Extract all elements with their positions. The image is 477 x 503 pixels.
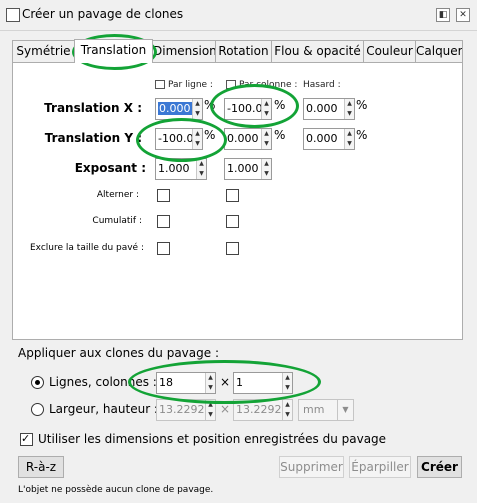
annotation-ring-ty-row (136, 118, 227, 162)
label-exclure: Exclure la taille du pavé : (30, 243, 144, 253)
tab-rotation[interactable]: Rotation (215, 40, 272, 62)
reset-button[interactable]: R-à-z (18, 456, 64, 478)
ty-per-col-spinner[interactable]: 0.000 ▲ ▼ (224, 128, 272, 150)
tab-flou-opacite[interactable]: Flou & opacité (271, 40, 364, 62)
alternate-col-checkbox[interactable] (226, 189, 239, 202)
chevron-down-icon: ▼ (337, 400, 353, 420)
check-icon: ✓ (21, 432, 31, 445)
app-icon (6, 8, 20, 22)
ty-col-unit: % (274, 128, 286, 142)
header-per-row: Par ligne : (155, 80, 213, 90)
tab-translation[interactable]: Translation (74, 39, 153, 63)
close-icon[interactable]: ✕ (456, 8, 470, 22)
create-button[interactable]: Créer (417, 456, 462, 478)
cumulative-row-checkbox[interactable] (157, 215, 170, 228)
ty-rand-unit: % (356, 128, 368, 142)
tab-symetrie[interactable]: Symétrie (12, 40, 75, 62)
times-sign-2: × (220, 402, 231, 416)
exclude-row-checkbox[interactable] (157, 242, 170, 255)
tab-dimensions[interactable]: Dimensions (152, 40, 216, 62)
tx-per-row-spinner[interactable]: 0.000 ▲ ▼ (155, 98, 203, 120)
alternate-row-checkbox[interactable] (157, 189, 170, 202)
exclude-col-checkbox[interactable] (226, 242, 239, 255)
detach-icon[interactable]: ◧ (436, 8, 450, 22)
tab-bar: Symétrie Translation Dimensions Rotation… (12, 39, 463, 63)
rows-cols-radio[interactable] (31, 376, 44, 389)
unit-value: mm (303, 403, 325, 416)
tx-rand-unit: % (356, 98, 368, 112)
width-height-radio[interactable] (31, 403, 44, 416)
tx-random-spinner[interactable]: 0.000 ▲ ▼ (303, 98, 355, 120)
tab-couleur[interactable]: Couleur (363, 40, 416, 62)
title-bar: Créer un pavage de clones ◧ ✕ (0, 0, 477, 31)
cumulative-col-checkbox[interactable] (226, 215, 239, 228)
use-saved-checkbox[interactable]: ✓ (20, 432, 33, 446)
tab-calquer[interactable]: Calquer (415, 40, 463, 62)
remove-button[interactable]: Supprimer (279, 456, 344, 478)
rows-icon (155, 80, 165, 89)
label-translation-x: Translation X : (44, 101, 142, 115)
header-random: Hasard : (303, 80, 341, 90)
label-translation-y: Translation Y : (44, 131, 142, 145)
status-text: L'objet ne possède aucun clone de pavage… (18, 485, 214, 495)
ty-random-spinner[interactable]: 0.000 ▲ ▼ (303, 128, 355, 150)
exp-per-col-spinner[interactable]: 1.000 ▲ ▼ (224, 158, 272, 180)
label-alterner: Alterner : (96, 190, 139, 200)
annotation-ring-rows-cols (128, 360, 321, 404)
label-exposant: Exposant : (74, 161, 146, 175)
unclump-button[interactable]: Éparpiller (349, 456, 411, 478)
use-saved-label: Utiliser les dimensions et position enre… (38, 432, 387, 446)
annotation-ring-tx-col (210, 84, 299, 128)
unit-select[interactable]: mm ▼ (298, 399, 354, 421)
apply-section-title: Appliquer aux clones du pavage : (18, 346, 219, 360)
width-height-label: Largeur, hauteur : (49, 402, 158, 416)
label-cumulatif: Cumulatif : (92, 216, 142, 226)
window-title: Créer un pavage de clones (22, 7, 184, 21)
